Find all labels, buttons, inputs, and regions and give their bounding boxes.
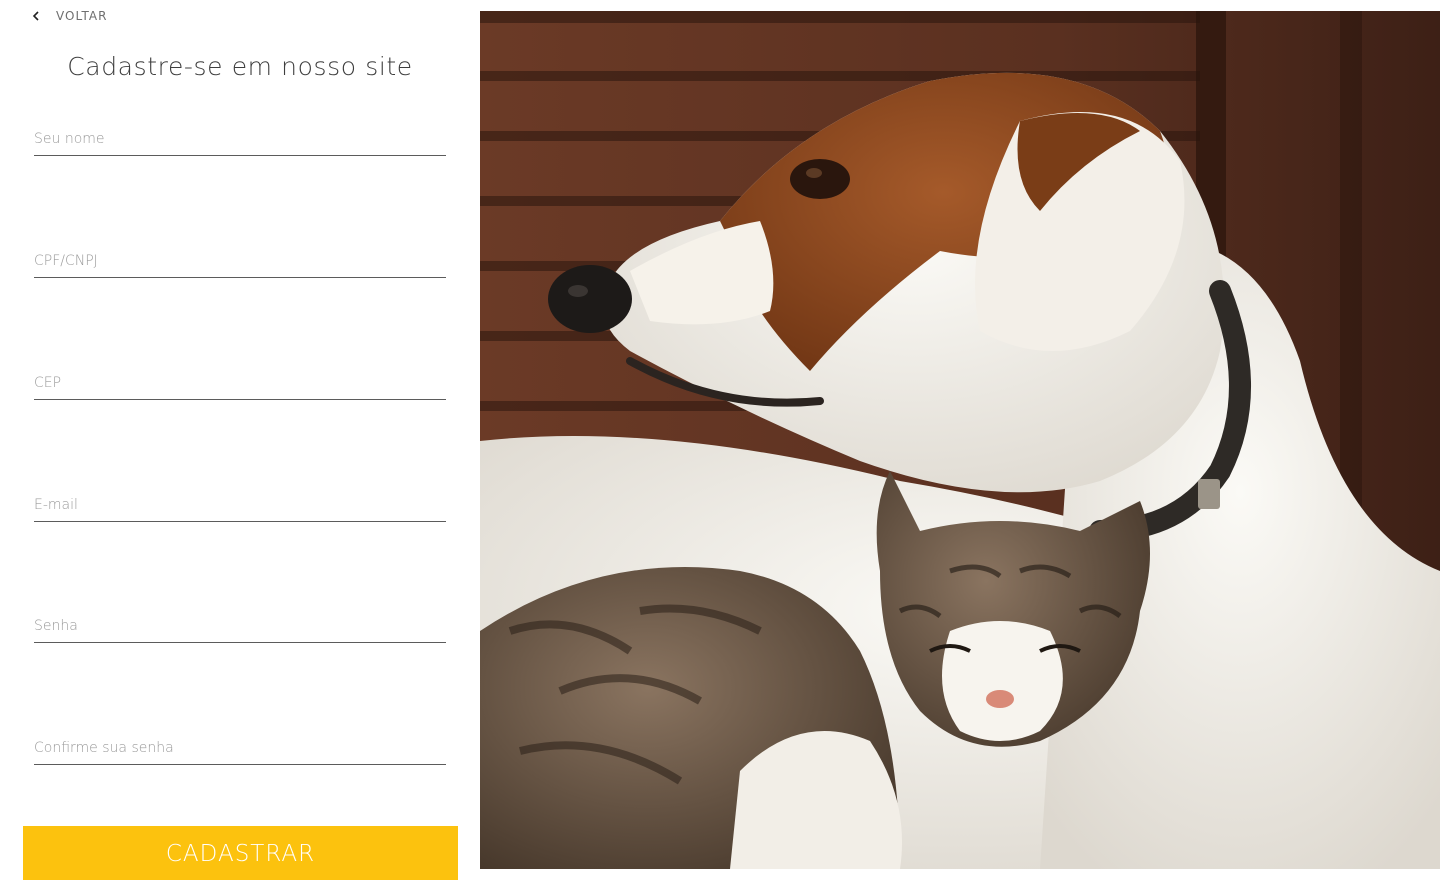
- cpf-cnpj-field-wrapper: [34, 244, 446, 278]
- name-field-wrapper: [34, 122, 446, 156]
- back-label: VOLTAR: [56, 9, 108, 23]
- submit-button[interactable]: CADASTRAR: [23, 826, 458, 880]
- email-field-wrapper: [34, 488, 446, 522]
- hero-photo: [480, 11, 1440, 869]
- signup-page: VOLTAR Cadastre-se em nosso site CADASTR…: [0, 0, 1440, 880]
- cpf-cnpj-field[interactable]: [34, 244, 446, 277]
- cep-field-wrapper: [34, 366, 446, 400]
- page-title: Cadastre-se em nosso site: [67, 52, 413, 81]
- dog-and-cat-illustration: [480, 11, 1440, 869]
- cep-field[interactable]: [34, 366, 446, 399]
- confirm-password-field[interactable]: [34, 731, 446, 764]
- email-field[interactable]: [34, 488, 446, 521]
- chevron-left-icon: [30, 8, 42, 24]
- password-field[interactable]: [34, 609, 446, 642]
- confirm-password-field-wrapper: [34, 731, 446, 765]
- name-field[interactable]: [34, 122, 446, 155]
- password-field-wrapper: [34, 609, 446, 643]
- back-link[interactable]: VOLTAR: [30, 8, 107, 24]
